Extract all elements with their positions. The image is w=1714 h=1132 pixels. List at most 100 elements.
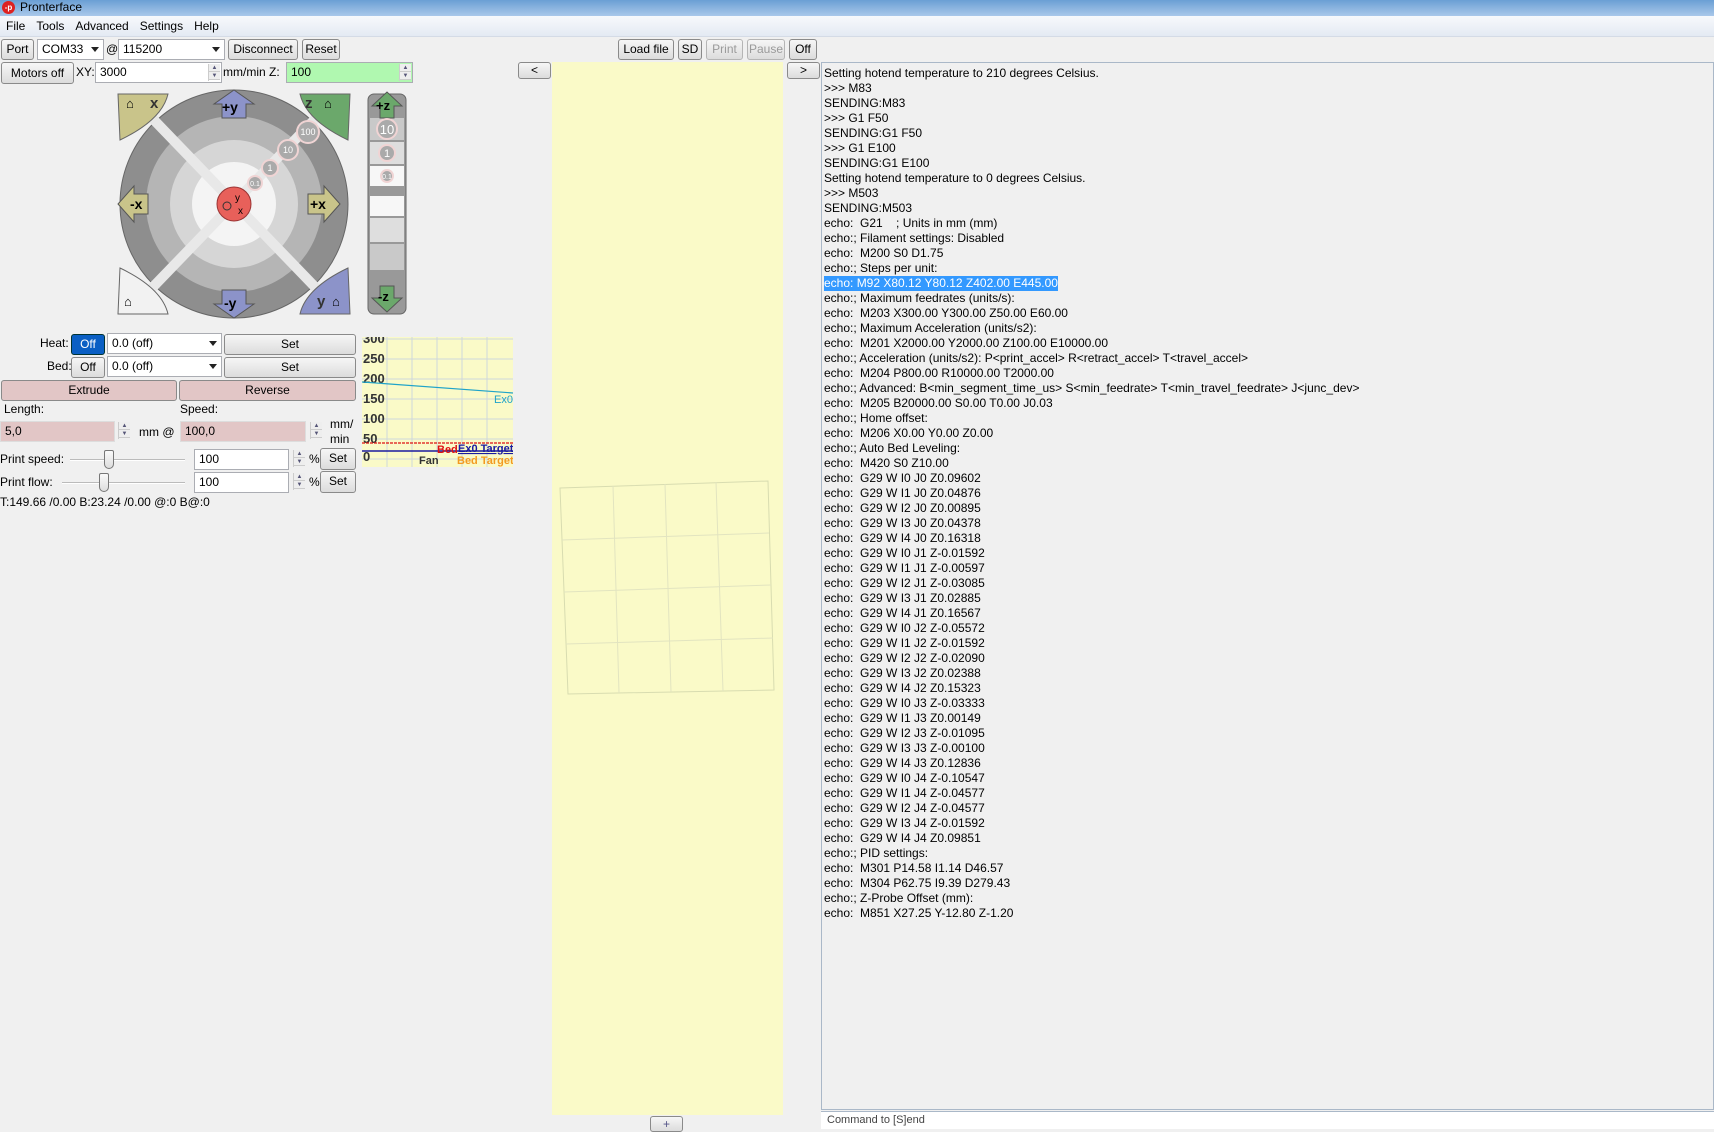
- menu-settings[interactable]: Settings: [134, 16, 188, 33]
- log-line-text: SENDING:M83: [824, 96, 906, 110]
- add-view-button[interactable]: +: [650, 1116, 683, 1132]
- log-line-text: Setting hotend temperature to 210 degree…: [824, 66, 1099, 80]
- print-flow-slider[interactable]: [62, 482, 185, 484]
- print-speed-spinner[interactable]: ▲ ▼: [293, 450, 305, 467]
- jog-control[interactable]: ⌂ x z ⌂ ⌂ y ⌂ +y -y -x +x 100 10 1 0.1 y…: [112, 88, 412, 324]
- log-line: echo:; Home offset:: [824, 411, 1713, 426]
- console-log[interactable]: Setting hotend temperature to 210 degree…: [821, 62, 1714, 1110]
- port-value: COM33: [42, 42, 84, 56]
- chevron-down-icon: [212, 47, 220, 52]
- chevron-down-icon: [91, 47, 99, 52]
- log-line: SENDING:G1 E100: [824, 156, 1713, 171]
- print-flow-thumb[interactable]: [99, 473, 109, 492]
- port-button[interactable]: Port: [1, 39, 34, 60]
- log-line-text: echo: G29 W I0 J4 Z-0.10547: [824, 771, 985, 785]
- y-tick: 100: [363, 411, 385, 426]
- print-speed-value: 100: [199, 452, 220, 466]
- log-line: echo: M301 P14.58 I1.14 D46.57: [824, 861, 1713, 876]
- log-line: echo:; Acceleration (units/s2): P<print_…: [824, 351, 1713, 366]
- print-speed-slider[interactable]: [70, 459, 185, 461]
- load-file-button[interactable]: Load file: [618, 39, 674, 60]
- print-speed-thumb[interactable]: [104, 450, 114, 469]
- log-line-text: echo:; Acceleration (units/s2): P<print_…: [824, 351, 1249, 365]
- bed-set-button[interactable]: Set: [224, 357, 356, 378]
- log-line-text: echo:; Home offset:: [824, 411, 928, 425]
- log-line: echo: G29 W I0 J2 Z-0.05572: [824, 621, 1713, 636]
- disconnect-button[interactable]: Disconnect: [228, 39, 298, 60]
- port-select[interactable]: COM33: [37, 39, 104, 60]
- z-feedrate-input[interactable]: 100 ▲ ▼: [286, 62, 413, 83]
- log-line-text: echo: M203 X300.00 Y300.00 Z50.00 E60.00: [824, 306, 1068, 320]
- log-line-text: echo: G29 W I2 J3 Z-0.01095: [824, 726, 985, 740]
- log-line: echo:; Filament settings: Disabled: [824, 231, 1713, 246]
- bed-off-button[interactable]: Off: [71, 357, 105, 378]
- sd-button[interactable]: SD: [678, 39, 702, 60]
- log-line: echo: M201 X2000.00 Y2000.00 Z100.00 E10…: [824, 336, 1713, 351]
- log-line-text: echo: G29 W I0 J3 Z-0.03333: [824, 696, 985, 710]
- collapse-right-button[interactable]: >: [787, 62, 820, 79]
- print-button[interactable]: Print: [706, 39, 743, 60]
- print-flow-label: Print flow:: [0, 475, 53, 489]
- length-spinner[interactable]: ▲ ▼: [118, 422, 130, 439]
- motors-off-button[interactable]: Motors off: [1, 62, 74, 84]
- step-01-label: 0.1: [250, 181, 260, 188]
- command-placeholder: Command to [S]end: [827, 1114, 925, 1126]
- temperature-graph[interactable]: 300 250 200 150 100 50 0 Ex0 Bed Ex0 Tar…: [362, 337, 513, 467]
- extrude-button[interactable]: Extrude: [1, 380, 177, 401]
- log-line: echo: G29 W I3 J4 Z-0.01592: [824, 816, 1713, 831]
- home-x-label: x: [150, 95, 159, 112]
- z-step-minus-1[interactable]: [370, 218, 404, 242]
- menu-advanced[interactable]: Advanced: [69, 16, 133, 33]
- log-line: echo: G29 W I0 J0 Z0.09602: [824, 471, 1713, 486]
- speed-input[interactable]: 100,0: [180, 421, 306, 442]
- z-step-minus-10[interactable]: [370, 244, 404, 270]
- log-line-text: echo: G29 W I2 J2 Z-0.02090: [824, 651, 985, 665]
- menu-help[interactable]: Help: [188, 16, 224, 33]
- heat-off-button[interactable]: Off: [71, 334, 105, 355]
- print-speed-label: Print speed:: [0, 452, 65, 466]
- menu-tools[interactable]: Tools: [30, 16, 69, 33]
- log-line-text: SENDING:M503: [824, 201, 913, 215]
- xy-feedrate-input[interactable]: 3000 ▲ ▼: [95, 62, 222, 83]
- print-flow-input[interactable]: 100: [194, 472, 289, 493]
- temperature-status: T:149.66 /0.00 B:23.24 /0.00 @:0 B@:0: [0, 495, 210, 509]
- minus-x-label: -x: [130, 196, 143, 212]
- log-line-text: SENDING:G1 F50: [824, 126, 923, 140]
- log-line-text: echo:; Auto Bed Leveling:: [824, 441, 961, 455]
- log-line-text: echo: G29 W I3 J1 Z0.02885: [824, 591, 981, 605]
- log-line: >>> M503: [824, 186, 1713, 201]
- log-line: echo:; Advanced: B<min_segment_time_us> …: [824, 381, 1713, 396]
- reset-button[interactable]: Reset: [302, 39, 340, 60]
- log-line: >>> M83: [824, 81, 1713, 96]
- log-line-text: echo: G29 W I3 J0 Z0.04378: [824, 516, 981, 530]
- log-line-text: echo: G29 W I2 J4 Z-0.04577: [824, 801, 985, 815]
- command-input[interactable]: Command to [S]end: [821, 1111, 1714, 1129]
- pause-button[interactable]: Pause: [747, 39, 785, 60]
- log-line: >>> G1 F50: [824, 111, 1713, 126]
- print-speed-input[interactable]: 100: [194, 449, 289, 470]
- heat-set-button[interactable]: Set: [224, 334, 356, 355]
- print-speed-set-button[interactable]: Set: [320, 448, 356, 470]
- bed-temp-select[interactable]: 0.0 (off): [107, 356, 222, 377]
- power-off-button[interactable]: Off: [789, 39, 817, 60]
- xy-spinner[interactable]: ▲ ▼: [208, 64, 220, 81]
- unit-label-1: mm/: [330, 417, 354, 431]
- z-step-minus-01[interactable]: [370, 196, 404, 216]
- log-line-text: echo: M200 S0 D1.75: [824, 246, 944, 260]
- z-spinner[interactable]: ▲ ▼: [399, 64, 411, 81]
- length-input[interactable]: 5,0: [0, 421, 115, 442]
- log-line: echo: M206 X0.00 Y0.00 Z0.00: [824, 426, 1713, 441]
- heat-temp-select[interactable]: 0.0 (off): [107, 333, 222, 354]
- collapse-left-button[interactable]: <: [518, 62, 551, 79]
- print-flow-spinner[interactable]: ▲ ▼: [293, 473, 305, 490]
- log-line: Setting hotend temperature to 210 degree…: [824, 66, 1713, 81]
- log-line-text: echo: M205 B20000.00 S0.00 T0.00 J0.03: [824, 396, 1053, 410]
- baud-select[interactable]: 115200: [118, 39, 225, 60]
- speed-spinner[interactable]: ▲ ▼: [310, 422, 322, 439]
- center-button[interactable]: [216, 186, 252, 222]
- reverse-button[interactable]: Reverse: [179, 380, 356, 401]
- log-line-text: echo: G29 W I3 J3 Z-0.00100: [824, 741, 985, 755]
- print-flow-set-button[interactable]: Set: [320, 471, 356, 493]
- menu-file[interactable]: File: [0, 16, 30, 33]
- log-line-text: echo: M301 P14.58 I1.14 D46.57: [824, 861, 1004, 875]
